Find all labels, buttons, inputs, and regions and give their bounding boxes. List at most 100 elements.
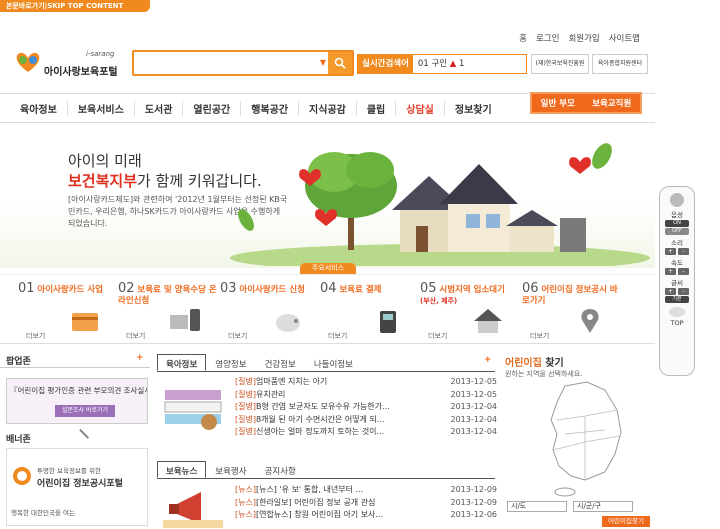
find-daycare-button[interactable]: 어린이집찾기 [602, 516, 650, 527]
popup-more-icon[interactable]: + [136, 353, 144, 363]
logo-subtitle: i-sarang [86, 50, 115, 58]
more-link[interactable]: 더보기 [126, 331, 145, 341]
service-card[interactable]: 04 보육료 결제 더보기 [320, 281, 420, 343]
news-category: [뉴스] [235, 497, 256, 507]
news-category: [뉴스] [235, 485, 256, 494]
nav-parenting-info[interactable]: 육아정보 [10, 100, 68, 116]
skip-to-content-link[interactable]: 본문바로가기|SKIP TOP CONTENT [0, 0, 150, 12]
news-item[interactable]: [뉴스][연합뉴스] 창원 어린이집 아기 보사... 2013-12-06 [235, 509, 497, 522]
service-number: 02 [118, 281, 135, 296]
nav-childcare-service[interactable]: 보육서비스 [68, 100, 135, 116]
volume-down-button[interactable]: - [678, 248, 689, 255]
news-title: [한라일보] 어린이집 정보 공개 관심 [255, 497, 376, 507]
speed-up-button[interactable]: + [665, 268, 676, 275]
search-button[interactable] [328, 52, 352, 74]
parenting-more-icon[interactable]: + [484, 355, 492, 365]
tab-nutrition-info[interactable]: 영양정보 [206, 354, 255, 371]
tab-parenting-info[interactable]: 육아정보 [157, 354, 207, 371]
font-controls: + - [660, 288, 694, 295]
news-item[interactable]: [질병]8개월 된 아기 수면시간은 어떻게 되... 2013-12-04 [235, 414, 497, 427]
news-title: 8개월 된 아기 수면시간은 어떻게 되... [255, 414, 385, 424]
news-item[interactable]: [뉴스][한라일보] 어린이집 정보 공개 관심 2013-12-09 [235, 497, 497, 510]
popup-zone: 팝업존 + 『어린이집 평가인증 관련 부모의견 조사실시', 설문조사 바로가… [0, 350, 150, 529]
site-logo[interactable]: i-sarang 아이사랑보육포털 [14, 46, 124, 82]
voice-on-button[interactable]: ON [665, 220, 689, 227]
korea-map[interactable] [535, 380, 635, 498]
popup-banner[interactable]: 『어린이집 평가인증 관련 부모의견 조사실시', 설문조사 바로가기 [6, 378, 148, 424]
nav-knowledge[interactable]: 지식공감 [299, 100, 357, 116]
chevron-up-icon[interactable] [74, 428, 90, 444]
popup-banner-text: 『어린이집 평가인증 관련 부모의견 조사실시', [10, 386, 147, 395]
speed-down-button[interactable]: - [678, 268, 689, 275]
realtime-keywords[interactable]: 실시간검색어 01 구인 ▲ 1 [357, 54, 527, 74]
childcare-news: [뉴스][뉴스] '유 보' 통합, 내년부터 ... 2013-12-09 [뉴… [157, 484, 497, 528]
volume-up-button[interactable]: + [665, 248, 676, 255]
font-up-button[interactable]: + [665, 288, 676, 295]
service-card[interactable]: 03 아이사랑카드 신청 더보기 [220, 281, 320, 343]
service-number: 04 [320, 281, 337, 296]
news-category: [질병] [235, 377, 256, 386]
parenting-tabs: 육아정보 영양정보 건강정보 나들이정보 [157, 354, 495, 372]
accessibility-remote: 음성 ON OFF 소리 + - 속도 + - 글씨 + - 기본 TOP [659, 186, 695, 376]
font-down-button[interactable]: - [678, 288, 689, 295]
tab-health-info[interactable]: 건강정보 [256, 354, 305, 371]
news-category: [질병] [235, 402, 256, 411]
voice-label: 음성 [671, 211, 683, 219]
realtime-item[interactable]: 01 구인 ▲ 1 [413, 55, 465, 73]
voice-off-button[interactable]: OFF [665, 228, 689, 235]
nav-open-space[interactable]: 열린공간 [183, 100, 242, 116]
books-thumbnail [164, 390, 222, 430]
nav-clip[interactable]: 클립 [357, 100, 397, 116]
main-services: 01 아이사랑카드 사업 더보기 02 보육료 및 양육수당 온라인신청 더보기… [0, 274, 655, 344]
news-category: [질병] [235, 427, 256, 436]
partner-banner-center[interactable]: 육아종합지원센터 [592, 54, 648, 74]
survey-button[interactable]: 설문조사 바로가기 [55, 405, 115, 417]
sitemap-link[interactable]: 사이트맵 [609, 32, 640, 44]
tab-general-parent[interactable]: 일반 부모 [541, 97, 575, 109]
top-arrow-icon[interactable] [669, 307, 685, 317]
service-title: 아이사랑카드 신청 [239, 285, 305, 295]
nav-library[interactable]: 도서관 [135, 100, 184, 116]
search-box[interactable]: ▼ [132, 50, 354, 76]
service-card[interactable]: 01 아이사랑카드 사업 더보기 [18, 281, 118, 343]
portal-title: 어린이집 정보공시포털 [37, 479, 123, 489]
news-item[interactable]: [질병]신생아는 얼마 정도까지 토하는 것이... 2013-12-04 [235, 426, 497, 439]
sido-select[interactable]: 시/도 [507, 501, 567, 512]
top-label[interactable]: TOP [660, 319, 694, 327]
partner-banner-kcpi[interactable]: (재)한국보육진흥원 [531, 54, 589, 74]
service-card[interactable]: 05 시범지역 입소대기 (부산, 제주) 더보기 [420, 281, 520, 343]
more-link[interactable]: 더보기 [328, 331, 347, 341]
tab-outing-info[interactable]: 나들이정보 [305, 354, 362, 371]
piggy-bank-icon [276, 314, 300, 332]
sigungu-select[interactable]: 시/군/구 [573, 501, 633, 512]
nav-info-search[interactable]: 정보찾기 [445, 101, 502, 116]
service-number: 05 [420, 281, 437, 296]
news-category: [질병] [235, 414, 256, 424]
news-item[interactable]: [뉴스][뉴스] '유 보' 통합, 내년부터 ... 2013-12-09 [235, 484, 497, 497]
sido-select-value: 시/도 [511, 502, 527, 510]
nav-counseling[interactable]: 상담실 [396, 100, 445, 116]
signup-link[interactable]: 회원가입 [568, 32, 599, 44]
font-label: 글씨 [671, 279, 683, 287]
font-reset-button[interactable]: 기본 [665, 296, 689, 303]
more-link[interactable]: 더보기 [228, 331, 247, 341]
more-link[interactable]: 더보기 [26, 331, 45, 341]
tab-notices[interactable]: 공지사항 [256, 461, 305, 478]
tab-childcare-staff[interactable]: 보육교직원 [592, 97, 631, 109]
more-link[interactable]: 더보기 [530, 331, 549, 341]
tab-childcare-events[interactable]: 보육행사 [206, 461, 255, 478]
more-link[interactable]: 더보기 [428, 331, 447, 341]
daycare-finder: 어린이집 찾기 원하는 지역을 선택하세요. 시/도 시/군/구 어린이집찾기 [505, 354, 653, 529]
disclosure-portal-banner[interactable]: 투명한 보육정보를 위한 어린이집 정보공시포털 행복한 대한민국을 여는 [6, 448, 148, 526]
tab-childcare-news[interactable]: 보육뉴스 [157, 461, 207, 478]
nav-happy-space[interactable]: 행복공간 [241, 100, 300, 116]
news-item[interactable]: [질병]B형 간염 보균자도 모유수유 가능한가... 2013-12-04 [235, 401, 497, 414]
home-link[interactable]: 홈 [519, 32, 527, 44]
search-dropdown-icon[interactable]: ▼ [320, 58, 326, 67]
login-link[interactable]: 로그인 [536, 32, 559, 44]
news-item[interactable]: [질병]엄마품엔 지치는 아기 2013-12-05 [235, 376, 497, 389]
service-card[interactable]: 06 어린이집 정보공시 바로가기 더보기 [522, 281, 622, 343]
news-item[interactable]: [질병]유치관리 2013-12-05 [235, 389, 497, 402]
search-icon [334, 57, 346, 69]
service-card[interactable]: 02 보육료 및 양육수당 온라인신청 더보기 [118, 281, 218, 343]
